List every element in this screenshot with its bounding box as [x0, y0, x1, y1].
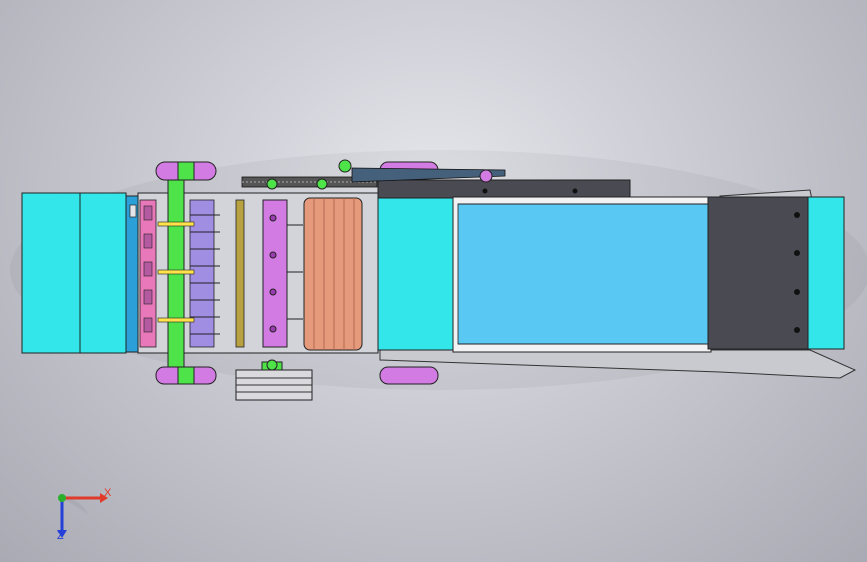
- z-axis-label: Z: [57, 530, 64, 542]
- bottom-right-pulley[interactable]: [379, 366, 439, 385]
- pusher-plate[interactable]: [262, 199, 288, 348]
- rear-housing-plate: [377, 179, 631, 199]
- cutter-block-set: [139, 199, 157, 348]
- bottom-left-pulley[interactable]: [155, 366, 217, 385]
- x-axis-label: X: [104, 487, 112, 499]
- olive-guide-bar: [235, 199, 245, 348]
- outlet-transition[interactable]: [377, 197, 454, 351]
- discharge-conveyor[interactable]: [452, 196, 712, 353]
- y-axis-dot: [58, 494, 66, 502]
- feed-roller-drum[interactable]: [303, 197, 363, 351]
- conveyor-end-cap: [807, 196, 845, 350]
- machine-assembly-model[interactable]: [0, 0, 867, 562]
- conveyor-end-plate: [707, 196, 809, 350]
- cad-viewport[interactable]: X Z: [0, 0, 867, 562]
- orientation-triad[interactable]: X Z: [40, 478, 120, 548]
- main-rotor-shaft[interactable]: [167, 175, 185, 377]
- feed-hopper[interactable]: [21, 192, 127, 354]
- top-left-pulley[interactable]: [155, 161, 217, 181]
